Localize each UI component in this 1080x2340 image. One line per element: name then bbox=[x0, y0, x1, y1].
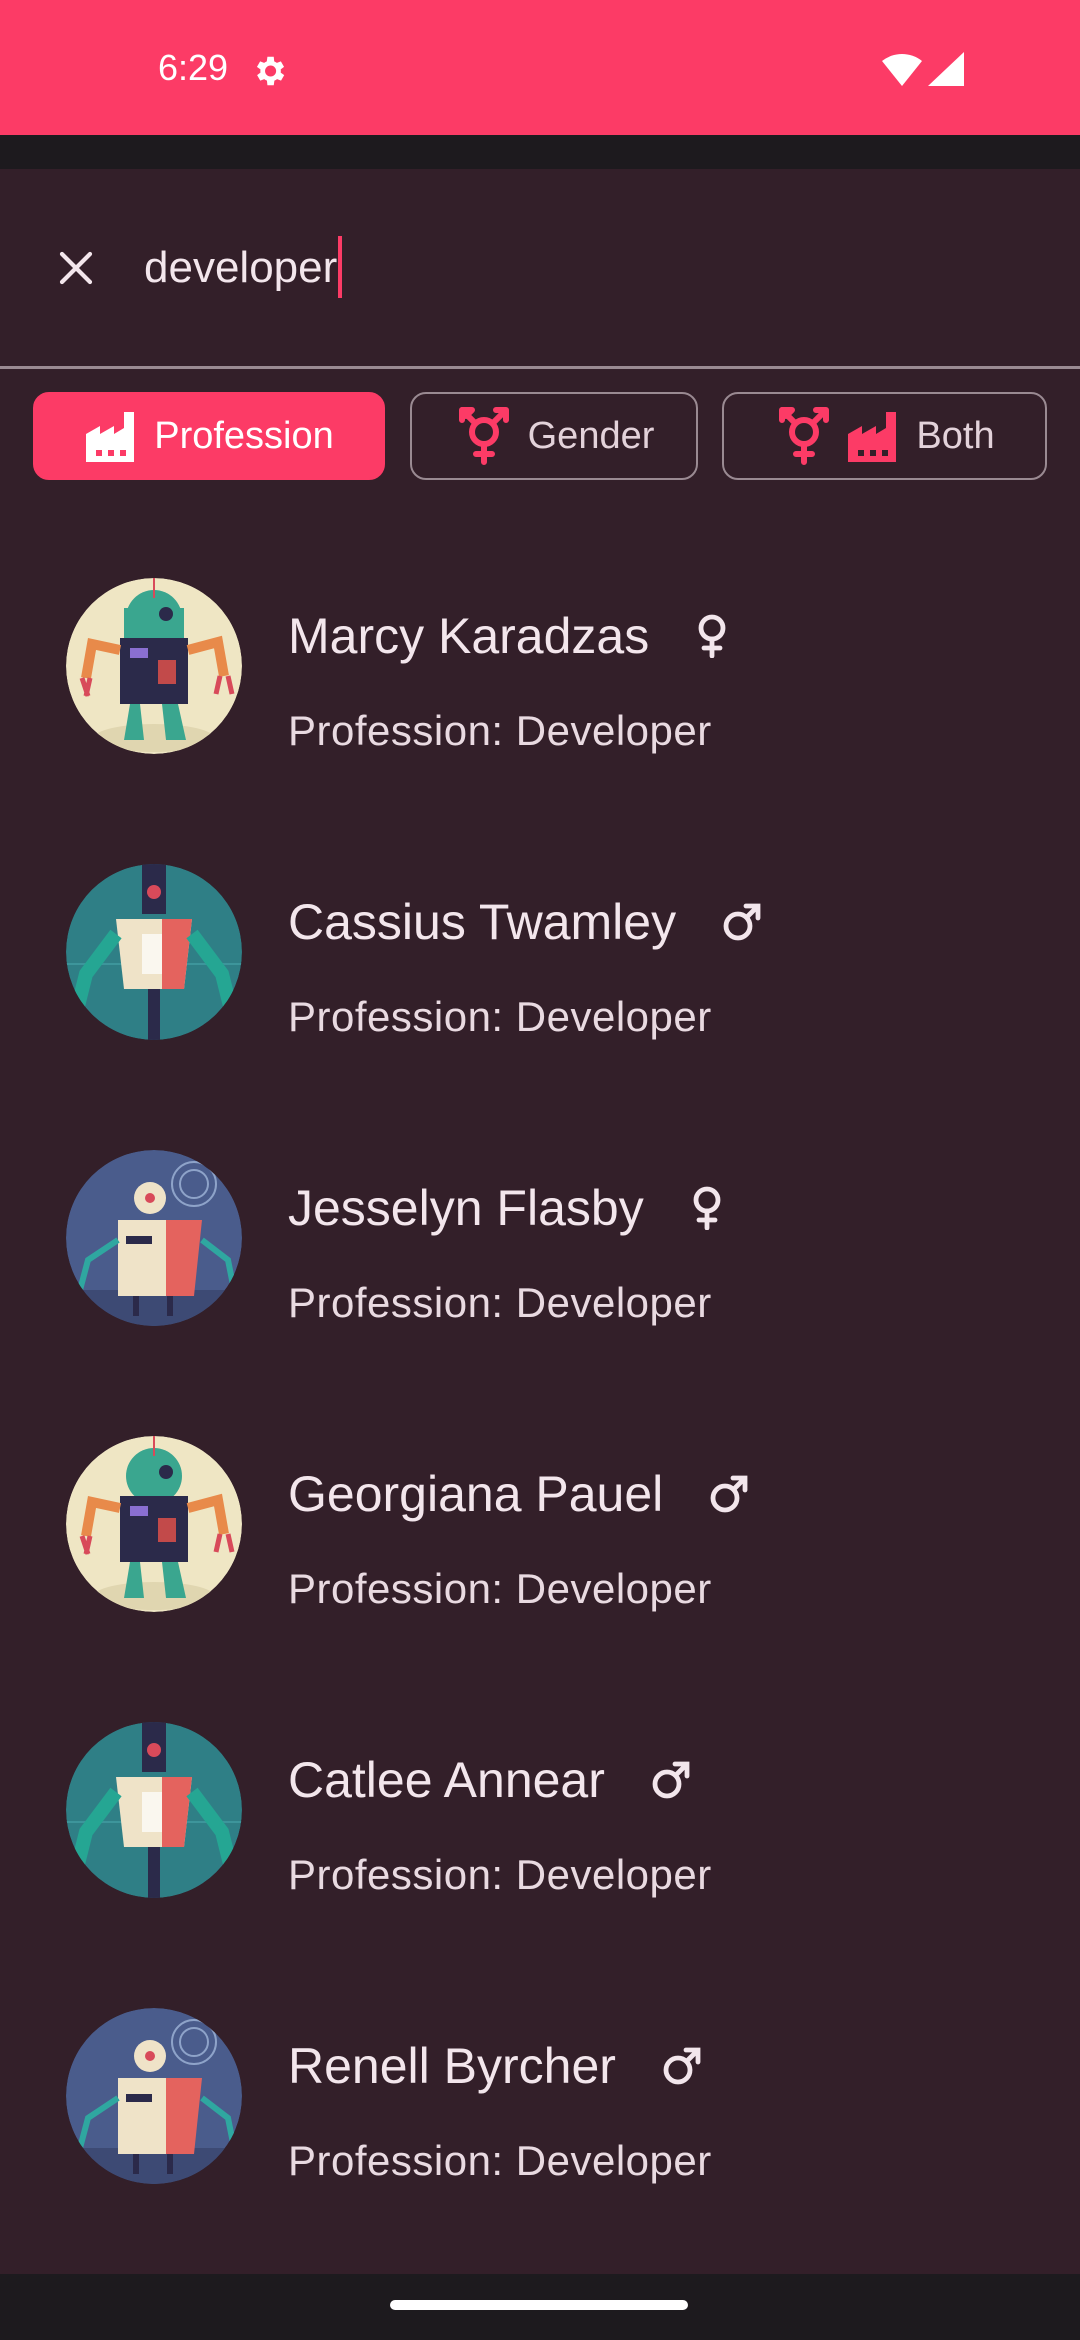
person-profession: Profession: Developer bbox=[288, 1565, 712, 1612]
filter-chip-profession[interactable]: Profession bbox=[33, 392, 385, 480]
cellular-signal-icon bbox=[928, 52, 964, 91]
search-input[interactable]: developer bbox=[144, 228, 1024, 308]
factory-icon bbox=[84, 410, 140, 462]
filter-chip-label: Gender bbox=[527, 414, 655, 457]
close-icon bbox=[59, 251, 93, 285]
app-bar-shadow bbox=[0, 135, 1080, 169]
list-item[interactable]: Jesselyn Flasby Profession: Developer bbox=[0, 1120, 1080, 1406]
female-icon bbox=[690, 1186, 724, 1230]
person-profession: Profession: Developer bbox=[288, 2137, 712, 2184]
list-item[interactable]: Georgiana Pauel Profession: Developer bbox=[0, 1406, 1080, 1692]
gender-symbol-icon bbox=[454, 406, 514, 466]
wifi-icon bbox=[882, 52, 922, 91]
person-profession: Profession: Developer bbox=[288, 1279, 712, 1326]
close-search-button[interactable] bbox=[40, 232, 112, 304]
filter-chip-label: Profession bbox=[154, 414, 334, 457]
settings-gear-icon bbox=[250, 52, 288, 95]
factory-icon bbox=[846, 410, 902, 462]
male-icon bbox=[651, 1760, 691, 1800]
list-item[interactable]: Renell Byrcher Profession: Developer bbox=[0, 1978, 1080, 2264]
list-item[interactable]: Cassius Twamley Profession: Developer bbox=[0, 834, 1080, 1120]
person-profession: Profession: Developer bbox=[288, 1851, 712, 1898]
person-name: Jesselyn Flasby bbox=[288, 1180, 644, 1236]
avatar bbox=[66, 1436, 242, 1612]
home-indicator[interactable] bbox=[390, 2300, 688, 2310]
status-time: 6:29 bbox=[158, 47, 229, 88]
avatar bbox=[66, 1150, 242, 1326]
person-name: Catlee Annear bbox=[288, 1752, 605, 1808]
search-divider bbox=[0, 366, 1080, 369]
status-bar: 6:29 bbox=[0, 0, 1080, 135]
person-name: Georgiana Pauel bbox=[288, 1466, 664, 1522]
filter-chip-gender[interactable]: Gender bbox=[410, 392, 698, 480]
filter-chip-both[interactable]: Both bbox=[722, 392, 1047, 480]
male-icon bbox=[662, 2046, 702, 2086]
person-name-row: Jesselyn Flasby bbox=[288, 1178, 724, 1238]
person-name-row: Catlee Annear bbox=[288, 1750, 691, 1810]
avatar bbox=[66, 1722, 242, 1898]
male-icon bbox=[709, 1474, 749, 1514]
filter-chip-label: Both bbox=[916, 414, 995, 457]
person-name: Marcy Karadzas bbox=[288, 608, 650, 664]
person-name-row: Georgiana Pauel bbox=[288, 1464, 749, 1524]
text-cursor bbox=[338, 236, 343, 299]
person-name-row: Cassius Twamley bbox=[288, 892, 762, 952]
gender-symbol-icon bbox=[774, 406, 834, 466]
male-icon bbox=[722, 902, 762, 942]
person-name-row: Renell Byrcher bbox=[288, 2036, 702, 2096]
person-name-row: Marcy Karadzas bbox=[288, 606, 729, 666]
female-icon bbox=[695, 614, 729, 658]
avatar bbox=[66, 864, 242, 1040]
search-query: developer bbox=[144, 243, 338, 292]
avatar bbox=[66, 2008, 242, 2184]
avatar bbox=[66, 578, 242, 754]
person-name: Cassius Twamley bbox=[288, 894, 677, 950]
person-name: Renell Byrcher bbox=[288, 2038, 616, 2094]
list-item[interactable]: Marcy Karadzas Profession: Developer bbox=[0, 548, 1080, 834]
list-item[interactable]: Catlee Annear Profession: Developer bbox=[0, 1692, 1080, 1978]
person-profession: Profession: Developer bbox=[288, 993, 712, 1040]
person-profession: Profession: Developer bbox=[288, 707, 712, 754]
